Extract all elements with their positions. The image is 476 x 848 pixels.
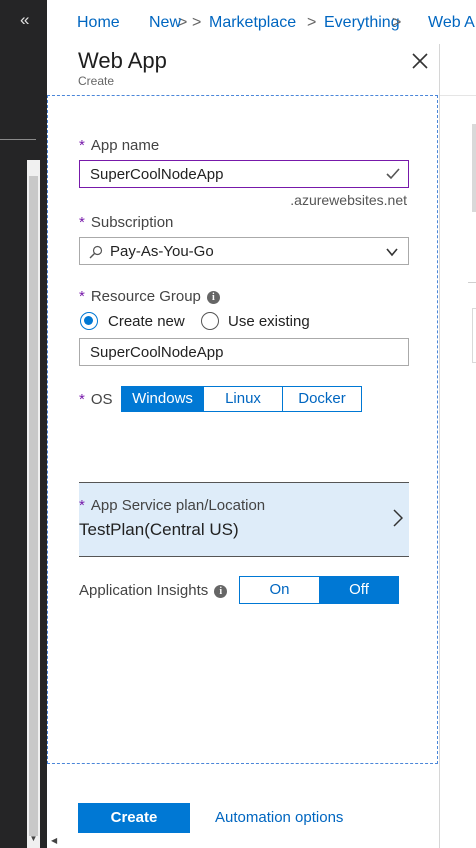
search-icon	[89, 245, 103, 259]
create-button[interactable]: Create	[78, 803, 190, 833]
automation-options-link[interactable]: Automation options	[215, 809, 343, 826]
subscription-label: * Subscription	[79, 214, 173, 231]
chevron-down-icon	[386, 248, 398, 257]
scroll-left-arrow-icon[interactable]: ◀	[51, 836, 57, 845]
next-blade-partial	[440, 44, 476, 848]
close-icon[interactable]	[409, 50, 431, 72]
app-service-plan-value: TestPlan(Central US)	[79, 520, 239, 539]
create-new-radio[interactable]	[80, 312, 98, 330]
app-name-label: * App name	[79, 137, 159, 154]
app-insights-label-text: Application Insights	[79, 582, 209, 599]
next-blade-panel	[472, 124, 476, 212]
app-name-label-text: App name	[90, 137, 160, 154]
app-insights-off[interactable]: Off	[319, 576, 399, 604]
blade-header: Web App Create	[47, 44, 439, 95]
breadcrumb-everything[interactable]: Everything	[324, 14, 400, 32]
use-existing-label[interactable]: Use existing	[228, 313, 310, 330]
domain-suffix: .azurewebsites.net	[290, 192, 407, 208]
scroll-down-arrow-icon[interactable]: ▼	[27, 832, 40, 846]
resource-group-label-text: Resource Group	[90, 288, 201, 305]
app-name-input[interactable]: SuperCoolNodeApp	[79, 160, 409, 188]
resource-group-label: * Resource Group i	[79, 288, 220, 305]
required-marker: *	[79, 391, 85, 408]
breadcrumb-web-app[interactable]: Web A	[428, 14, 475, 32]
valid-check-icon	[386, 168, 400, 180]
blade-footer: Create Automation options	[47, 764, 439, 848]
breadcrumb-separator: >	[192, 14, 202, 31]
app-service-plan-label: * App Service plan/Location	[79, 497, 265, 514]
breadcrumb-new[interactable]: New	[149, 14, 181, 32]
subscription-value: Pay-As-You-Go	[110, 243, 214, 260]
os-label-text: OS	[90, 391, 113, 408]
os-option-windows[interactable]: Windows	[121, 386, 204, 412]
os-label: * OS	[79, 391, 113, 408]
use-existing-radio[interactable]	[201, 312, 219, 330]
next-blade-box	[472, 308, 476, 363]
required-marker: *	[79, 497, 85, 514]
left-scrollbar-thumb[interactable]	[29, 176, 38, 836]
os-option-docker[interactable]: Docker	[282, 386, 362, 412]
info-icon[interactable]: i	[214, 585, 228, 598]
required-marker: *	[79, 214, 85, 231]
required-marker: *	[79, 288, 85, 305]
create-form: * App name SuperCoolNodeApp .azurewebsite…	[47, 95, 438, 764]
create-new-label[interactable]: Create new	[108, 313, 185, 330]
app-service-plan-selector[interactable]: * App Service plan/Location TestPlan(Cent…	[79, 482, 409, 557]
required-marker: *	[79, 137, 85, 154]
breadcrumb: Home > New > Marketplace > Everything > …	[47, 0, 476, 45]
subscription-label-text: Subscription	[90, 214, 174, 231]
next-blade-divider	[468, 282, 476, 283]
app-service-plan-label-text: App Service plan/Location	[90, 497, 266, 514]
rail-divider	[0, 139, 36, 140]
breadcrumb-separator: >	[392, 14, 402, 31]
info-icon[interactable]: i	[206, 291, 220, 304]
blade-title: Web App	[78, 48, 167, 73]
web-app-blade: Web App Create * App name SuperCoolNodeAp…	[47, 44, 440, 848]
next-blade-header	[440, 44, 476, 96]
os-option-linux[interactable]: Linux	[203, 386, 283, 412]
breadcrumb-home[interactable]: Home	[77, 14, 120, 32]
app-insights-on[interactable]: On	[239, 576, 320, 604]
left-rail: « ▼	[0, 0, 47, 848]
collapse-sidebar-icon[interactable]: «	[20, 10, 29, 30]
app-name-value: SuperCoolNodeApp	[90, 166, 224, 183]
breadcrumb-separator: >	[307, 14, 317, 31]
app-insights-label: Application Insights i	[79, 582, 228, 599]
breadcrumb-marketplace[interactable]: Marketplace	[209, 14, 296, 32]
resource-group-value: SuperCoolNodeApp	[90, 344, 224, 361]
blade-subtitle: Create	[78, 74, 115, 88]
chevron-right-icon	[393, 509, 403, 527]
subscription-dropdown[interactable]: Pay-As-You-Go	[79, 237, 409, 265]
resource-group-input[interactable]: SuperCoolNodeApp	[79, 338, 409, 366]
